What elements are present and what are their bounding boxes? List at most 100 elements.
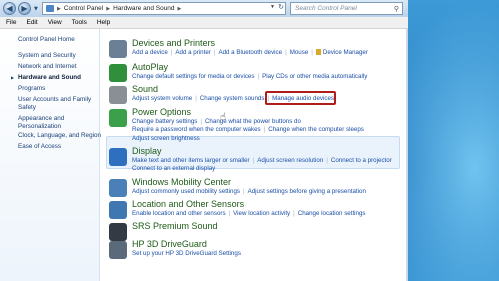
menu-edit[interactable]: Edit [26, 19, 37, 26]
sidebar-item-appearance-cont[interactable]: Personalization [18, 123, 61, 130]
link-location-activity[interactable]: View location activity [233, 210, 290, 217]
crumb-separator-icon[interactable]: ▶ [57, 6, 61, 12]
sidebar-item-control-panel-home[interactable]: Control Panel Home [18, 36, 75, 43]
category-links: Enable location and other sensors | View l… [132, 210, 404, 218]
link-adjust-brightness[interactable]: Adjust screen brightness [132, 135, 200, 142]
link-separator: | [195, 95, 197, 102]
sidebar: Control Panel Home System and Security N… [0, 29, 101, 281]
menu-tools[interactable]: Tools [72, 19, 87, 26]
category-title[interactable]: Devices and Printers [132, 38, 215, 48]
hand-cursor-icon: ☝ [220, 112, 227, 123]
link-location-settings[interactable]: Change location settings [298, 210, 366, 217]
sidebar-item-appearance[interactable]: Appearance and [18, 115, 64, 122]
link-mouse[interactable]: Mouse [290, 49, 309, 56]
search-placeholder: Search Control Panel [295, 5, 357, 12]
back-arrow-icon: ◀ [6, 4, 13, 13]
recent-pages-dropdown-icon[interactable]: ▼ [34, 6, 38, 12]
link-screen-resolution[interactable]: Adjust screen resolution [257, 157, 323, 164]
sidebar-item-programs[interactable]: Programs [18, 85, 45, 92]
link-change-battery-settings[interactable]: Change battery settings [132, 118, 197, 125]
breadcrumb-control-panel[interactable]: Control Panel [64, 5, 103, 12]
category-title[interactable]: Display [132, 146, 162, 156]
window-border [406, 29, 408, 281]
content-area: Control Panel Home System and Security N… [0, 29, 408, 281]
autoplay-icon [109, 64, 127, 82]
category-links: Change default settings for media or dev… [132, 73, 404, 81]
location-icon [109, 201, 127, 219]
link-adjust-system-volume[interactable]: Adjust system volume [132, 95, 192, 102]
category-title[interactable]: Power Options [132, 107, 191, 117]
link-external-display[interactable]: Connect to an external display [132, 165, 215, 172]
main-panel: Devices and Printers Add a device | Add a … [101, 29, 406, 281]
link-driveguard-settings[interactable]: Set up your HP 3D DriveGuard Settings [132, 250, 241, 257]
category-title[interactable]: SRS Premium Sound [132, 221, 218, 231]
srs-icon [109, 223, 127, 241]
category-title[interactable]: HP 3D DriveGuard [132, 239, 207, 249]
refresh-icon[interactable]: ↻ [278, 3, 284, 11]
address-bar[interactable]: ▶ Control Panel ▶ Hardware and Sound ▶ ▼… [42, 2, 286, 15]
category-links: Adjust commonly used mobility settings | A… [132, 188, 404, 196]
link-add-a-printer[interactable]: Add a printer [175, 49, 210, 56]
sidebar-item-ease-of-access[interactable]: Ease of Access [18, 143, 61, 150]
link-change-sleep[interactable]: Change when the computer sleeps [268, 126, 364, 133]
drive-icon [109, 241, 127, 259]
category-links: Set up your HP 3D DriveGuard Settings [132, 250, 404, 258]
back-button[interactable]: ◀ [3, 2, 16, 15]
category-title[interactable]: Windows Mobility Center [132, 177, 231, 187]
link-separator: | [252, 157, 255, 164]
sidebar-item-user-accounts-cont[interactable]: Safety [18, 104, 36, 111]
link-separator: | [200, 118, 202, 125]
link-change-default-settings[interactable]: Change default settings for media or dev… [132, 73, 254, 80]
current-page-marker-icon: ▶ [11, 75, 15, 80]
search-input[interactable]: Search Control Panel ⚲ [290, 2, 403, 15]
link-separator: | [213, 49, 216, 56]
breadcrumb-hardware-and-sound[interactable]: Hardware and Sound [113, 5, 174, 12]
menu-file[interactable]: File [6, 19, 16, 26]
link-add-bluetooth-device[interactable]: Add a Bluetooth device [218, 49, 282, 56]
battery-icon [109, 109, 127, 127]
category-title[interactable]: Sound [132, 84, 158, 94]
sidebar-item-clock-language-region[interactable]: Clock, Language, and Region [18, 132, 101, 139]
sidebar-item-system-and-security[interactable]: System and Security [18, 52, 76, 59]
link-separator: | [170, 49, 173, 56]
navigation-bar: ◀ ▶ ▼ ▶ Control Panel ▶ Hardware and Sou… [0, 0, 408, 17]
link-text-size[interactable]: Make text and other items larger or smal… [132, 157, 250, 164]
link-separator: | [311, 49, 313, 56]
speaker-icon [109, 86, 127, 104]
sidebar-item-network-and-internet[interactable]: Network and Internet [18, 63, 76, 70]
link-presentation-settings[interactable]: Adjust settings before giving a presenta… [248, 188, 366, 195]
link-connect-projector[interactable]: Connect to a projector [331, 157, 392, 164]
printer-icon [109, 40, 127, 58]
category-links: Add a device | Add a printer | Add a Bluetoo… [132, 49, 404, 57]
forward-button[interactable]: ▶ [18, 2, 31, 15]
menu-view[interactable]: View [48, 19, 62, 26]
category-links: Make text and other items larger or smal… [132, 157, 404, 174]
category-links: Change battery settings | Change what the … [132, 118, 404, 143]
link-add-a-device[interactable]: Add a device [132, 49, 168, 56]
link-enable-location[interactable]: Enable location and other sensors [132, 210, 226, 217]
link-separator: | [257, 73, 260, 80]
control-panel-folder-icon [46, 5, 54, 12]
annotation-highlight-box [265, 91, 336, 105]
link-require-password[interactable]: Require a password when the computer wak… [132, 126, 261, 133]
link-separator: | [326, 157, 328, 164]
mobility-icon [109, 179, 127, 197]
crumb-separator-icon[interactable]: ▶ [106, 6, 110, 12]
sidebar-item-user-accounts[interactable]: User Accounts and Family [18, 96, 91, 103]
category-title[interactable]: Location and Other Sensors [132, 199, 244, 209]
link-play-cds[interactable]: Play CDs or other media automatically [262, 73, 367, 80]
search-icon[interactable]: ⚲ [394, 4, 399, 15]
crumb-separator-icon[interactable]: ▶ [178, 6, 182, 12]
link-device-manager[interactable]: Device Manager [323, 49, 368, 56]
link-separator: | [263, 126, 266, 134]
shield-icon [315, 49, 321, 55]
sidebar-item-hardware-and-sound[interactable]: Hardware and Sound [18, 74, 81, 81]
link-change-system-sounds[interactable]: Change system sounds [200, 95, 265, 102]
link-separator: | [228, 210, 231, 217]
menu-help[interactable]: Help [97, 19, 110, 26]
monitor-icon [109, 148, 127, 166]
category-title[interactable]: AutoPlay [132, 62, 168, 72]
link-mobility-settings[interactable]: Adjust commonly used mobility settings [132, 188, 240, 195]
address-dropdown-icon[interactable]: ▼ [270, 4, 275, 10]
link-separator: | [242, 188, 245, 195]
